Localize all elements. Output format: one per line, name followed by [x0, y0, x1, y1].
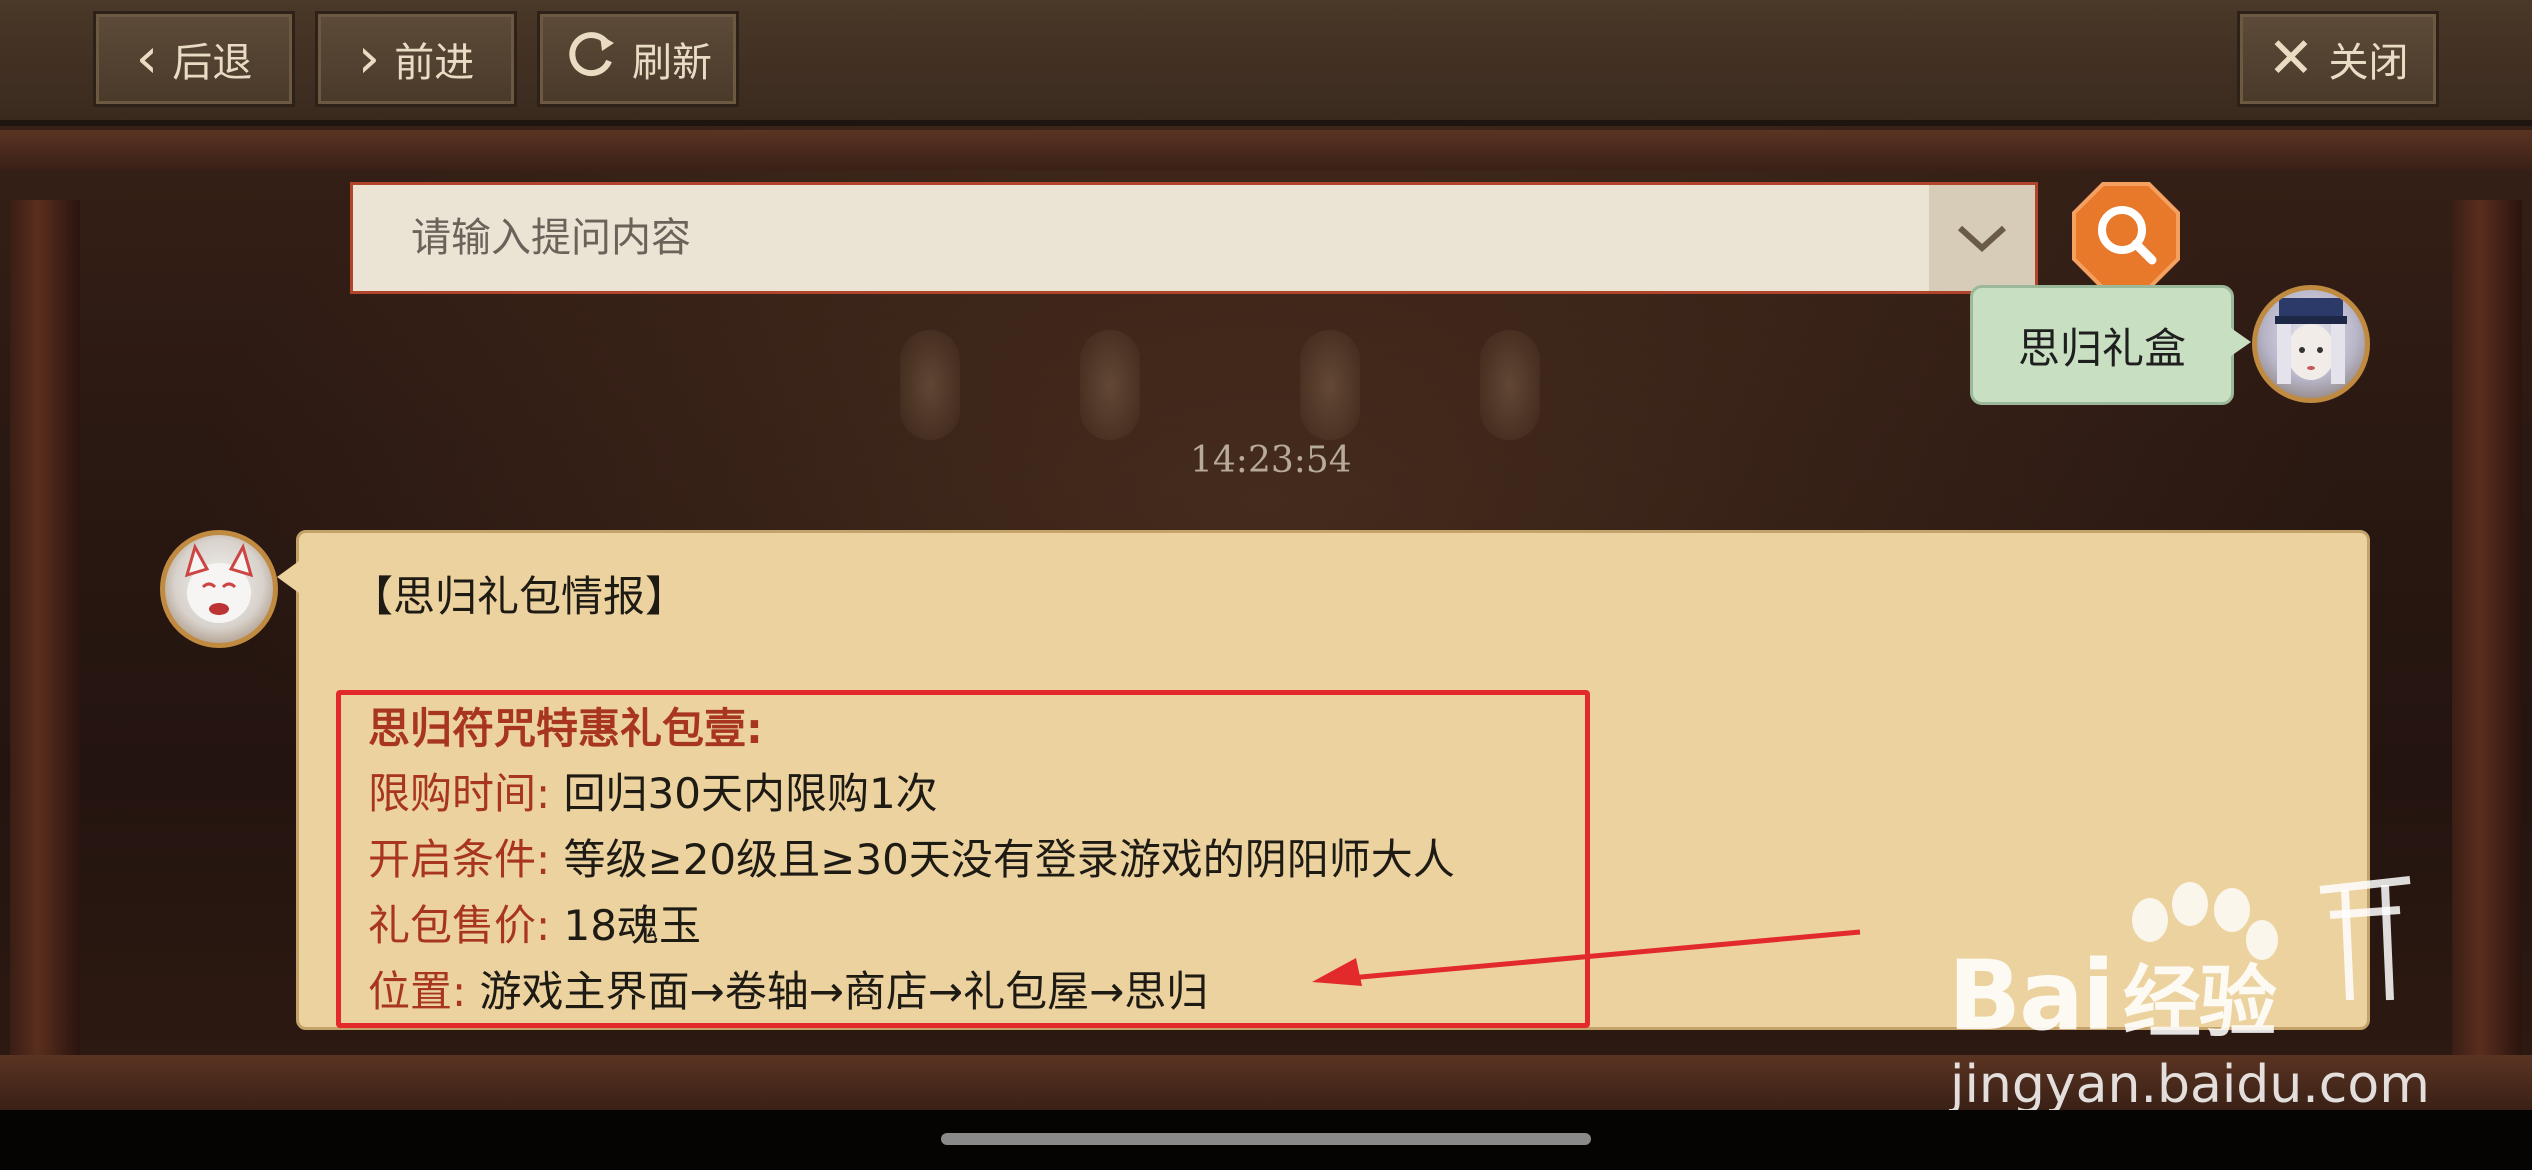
right-pillar — [2452, 200, 2522, 1100]
question-bubble: 思归礼盒 — [1970, 285, 2251, 405]
annotation-arrow-icon — [1312, 929, 1861, 986]
lantern-decor — [1300, 330, 1360, 440]
info-label: 礼包售价: — [368, 901, 551, 950]
refresh-icon — [564, 27, 618, 91]
info-row: 开启条件: 等级≥20级且≥30天没有登录游戏的阴阳师大人 — [368, 826, 1455, 887]
bot-avatar — [160, 530, 278, 648]
top-toolbar: ‹ 后退 › 前进 刷新 ✕ 关闭 — [0, 0, 2532, 126]
info-value: 18魂玉 — [563, 901, 701, 950]
info-label: 限购时间: — [368, 769, 551, 818]
forward-label: 前进 — [394, 40, 475, 86]
close-button[interactable]: ✕ 关闭 — [2237, 11, 2439, 107]
info-row: 礼包售价: 18魂玉 — [368, 892, 701, 953]
refresh-label: 刷新 — [632, 40, 712, 86]
forward-button[interactable]: › 前进 — [315, 11, 517, 107]
lantern-decor — [1480, 330, 1540, 440]
refresh-button[interactable]: 刷新 — [537, 11, 739, 107]
info-value: 游戏主界面→卷轴→商店→礼包屋→思归 — [479, 967, 1209, 1016]
chevron-right-icon: › — [357, 26, 381, 91]
package-heading: 思归符咒特惠礼包壹: — [368, 704, 763, 753]
watermark-url: jingyan.baidu.com — [1950, 1055, 2430, 1115]
info-row: 位置: 游戏主界面→卷轴→商店→礼包屋→思归 — [368, 958, 1208, 1019]
message-timestamp: 14:23:54 — [1190, 440, 1352, 481]
search-button[interactable] — [2070, 180, 2182, 292]
chevron-down-icon — [1957, 225, 2007, 253]
lantern-decor — [900, 330, 960, 440]
history-dropdown[interactable] — [1929, 185, 2035, 291]
info-row: 限购时间: 回归30天内限购1次 — [368, 760, 938, 821]
home-indicator[interactable] — [941, 1133, 1591, 1145]
search-input[interactable] — [353, 185, 1928, 291]
search-icon — [2072, 182, 2180, 290]
watermark-brand-latin: Bai — [1948, 940, 2115, 1052]
search-bar — [350, 182, 2038, 294]
close-label: 关闭 — [2328, 40, 2409, 86]
answer-title: 【思归礼包情报】 — [351, 572, 688, 621]
watermark-brand: Bai 经验 — [1948, 940, 2277, 1052]
left-pillar — [10, 200, 80, 1100]
close-icon: ✕ — [2267, 26, 2315, 91]
back-button[interactable]: ‹ 后退 — [93, 11, 295, 107]
watermark-brand-cn: 经验 — [2122, 958, 2277, 1048]
temple-beam — [0, 130, 2532, 170]
user-avatar — [2252, 285, 2370, 403]
lantern-decor — [1080, 330, 1140, 440]
info-value: 等级≥20级且≥30天没有登录游戏的阴阳师大人 — [563, 835, 1455, 884]
back-label: 后退 — [172, 40, 253, 86]
info-value: 回归30天内限购1次 — [563, 769, 938, 818]
chevron-left-icon: ‹ — [135, 26, 159, 91]
info-label: 开启条件: — [368, 835, 551, 884]
info-label: 位置: — [368, 967, 467, 1016]
question-text: 思归礼盒 — [2017, 323, 2186, 373]
